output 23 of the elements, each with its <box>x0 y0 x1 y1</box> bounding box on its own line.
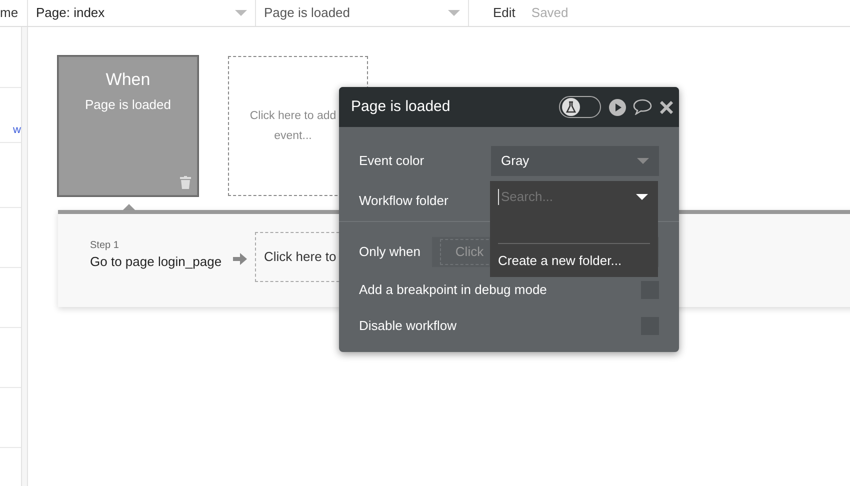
play-icon[interactable] <box>609 98 626 116</box>
comment-icon[interactable] <box>633 99 652 115</box>
close-icon[interactable] <box>660 100 673 114</box>
event-subtitle: Page is loaded <box>84 96 172 114</box>
step-label: Step 1 <box>90 239 119 253</box>
debug-toggle[interactable] <box>559 96 601 118</box>
caret-icon <box>636 194 648 200</box>
sidebar-link[interactable]: w <box>13 122 21 138</box>
save-status: Saved <box>531 4 568 22</box>
edit-link[interactable]: Edit <box>493 3 516 23</box>
caret-icon <box>235 10 247 16</box>
caret-icon <box>448 10 460 16</box>
arrow-icon <box>233 252 247 266</box>
event-title: When <box>104 69 152 91</box>
page-dropdown[interactable]: Page: index <box>28 0 256 26</box>
flask-icon <box>562 98 580 116</box>
event-dropdown[interactable]: Page is loaded <box>256 0 469 26</box>
checkbox-label: Add a breakpoint in debug mode <box>359 281 547 300</box>
event-color-select[interactable]: Gray <box>491 146 659 176</box>
step-action[interactable]: Go to page login_page <box>90 252 222 272</box>
checkbox-label: Disable workflow <box>359 317 457 336</box>
menu-label[interactable]: me <box>0 3 18 23</box>
dropdown-option[interactable]: Create a new folder... <box>498 243 650 270</box>
